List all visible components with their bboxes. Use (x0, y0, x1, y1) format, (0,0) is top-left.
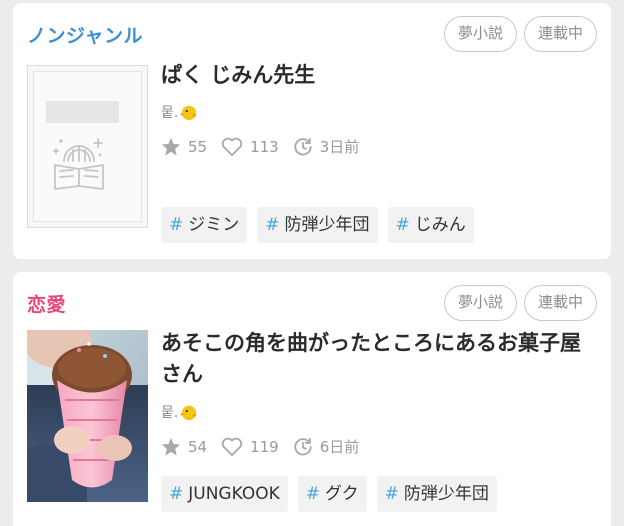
tag-list: # JUNGKOOK # グク # 防弾少年団 (161, 476, 497, 512)
dream-novel-badge: 夢小説 (443, 16, 517, 52)
hash-icon: # (305, 484, 320, 504)
tag[interactable]: # JUNGKOOK (161, 476, 288, 512)
hash-icon: # (384, 484, 399, 504)
star-count: 55 (161, 137, 207, 156)
story-title[interactable]: あそこの角を曲がったところにあるお菓子屋さん (161, 328, 593, 390)
author[interactable]: 뭍. (161, 102, 198, 122)
like-count: 113 (221, 137, 279, 156)
hash-icon: # (395, 215, 410, 235)
tag[interactable]: # じみん (387, 207, 474, 243)
serializing-badge: 連載中 (523, 285, 597, 321)
genre-label: 恋愛 (27, 294, 67, 316)
hash-icon: # (169, 484, 184, 504)
chick-icon (180, 405, 197, 421)
tag[interactable]: # 防弾少年団 (257, 207, 378, 243)
updated-time: 3日前 (293, 136, 359, 157)
stats-row: 55 113 3日前 (161, 136, 373, 157)
story-card[interactable]: 恋愛 夢小説 連載中 あそこの角を曲がったところにあるお菓子屋さん 뭍. 54 … (13, 272, 611, 526)
star-icon (161, 137, 181, 156)
badge-group: 夢小説 連載中 (443, 16, 597, 52)
tag[interactable]: # 防弾少年団 (376, 476, 497, 512)
star-count: 54 (161, 437, 207, 456)
author-name: 뭍. (161, 105, 179, 121)
cover-photo (27, 330, 148, 502)
author[interactable]: 뭍. (161, 402, 198, 422)
genre-label: ノンジャンル (27, 25, 144, 47)
tag-list: # ジミン # 防弾少年団 # じみん (161, 207, 474, 243)
star-icon (161, 437, 181, 456)
story-card[interactable]: ノンジャンル 夢小説 連載中 ぱく じみん先生 뭍. 55 113 3日前 # … (13, 3, 611, 259)
serializing-badge: 連載中 (523, 16, 597, 52)
dream-novel-badge: 夢小説 (443, 285, 517, 321)
hash-icon: # (265, 215, 280, 235)
cover-image[interactable] (27, 65, 148, 228)
author-name: 뭍. (161, 405, 179, 421)
clock-icon (294, 437, 312, 455)
heart-icon (221, 437, 243, 456)
book-icon (53, 138, 104, 190)
clock-icon (294, 137, 312, 155)
hash-icon: # (169, 215, 184, 235)
stats-row: 54 119 6日前 (161, 436, 373, 457)
tag[interactable]: # ジミン (161, 207, 248, 243)
story-title[interactable]: ぱく じみん先生 (161, 60, 593, 91)
cover-image[interactable] (27, 330, 148, 502)
like-count: 119 (221, 437, 279, 456)
placeholder-book-cover (27, 65, 148, 228)
chick-icon (180, 105, 197, 121)
updated-time: 6日前 (293, 436, 359, 457)
badge-group: 夢小説 連載中 (443, 285, 597, 321)
heart-icon (221, 137, 243, 156)
tag[interactable]: # グク (297, 476, 367, 512)
